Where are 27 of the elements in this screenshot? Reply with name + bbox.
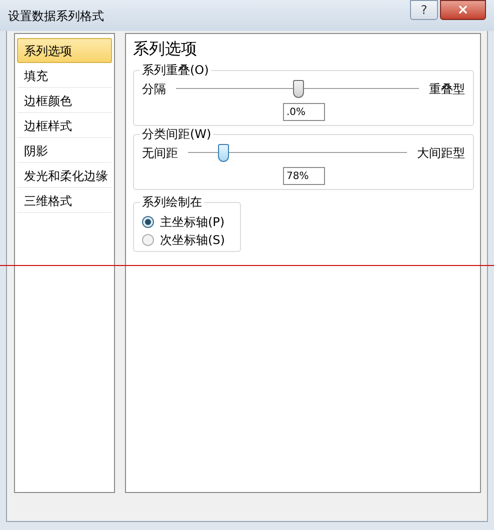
radio-label[interactable]: 次坐标轴(S) [160, 231, 225, 249]
slider-max-label: 大间距型 [417, 145, 465, 162]
group-label: 分类间距(W) [140, 126, 214, 142]
panel-title: 系列选项 [133, 38, 197, 60]
window-title: 设置数据系列格式 [8, 8, 104, 24]
slider-max-label: 重叠型 [429, 81, 465, 98]
value-field[interactable]: .0% [282, 103, 324, 121]
radio-label[interactable]: 主坐标轴(P) [160, 213, 225, 231]
sidebar-item[interactable]: 填充 [17, 63, 112, 88]
slider-thumb[interactable] [218, 144, 230, 162]
help-button[interactable]: ? [410, 0, 438, 20]
sidebar-item[interactable]: 系列选项 [17, 38, 112, 63]
slider[interactable] [188, 143, 407, 163]
sidebar-item[interactable]: 三维格式 [17, 188, 112, 213]
group-label: 系列重叠(O) [140, 62, 211, 78]
sidebar-item[interactable]: 边框颜色 [17, 88, 112, 113]
sidebar-item[interactable]: 边框样式 [17, 113, 112, 138]
sidebar-item[interactable]: 发光和柔化边缘 [17, 163, 112, 188]
slider-min-label: 无间距 [142, 145, 178, 162]
slider-min-label: 分隔 [142, 81, 166, 98]
radio-button[interactable] [142, 234, 154, 246]
sidebar-item[interactable]: 阴影 [17, 138, 112, 163]
radio-button[interactable] [142, 216, 154, 228]
value-field[interactable]: 78% [282, 167, 324, 185]
group-label: 系列绘制在 [140, 194, 204, 210]
slider-thumb[interactable] [292, 80, 304, 98]
slider[interactable] [176, 79, 419, 99]
